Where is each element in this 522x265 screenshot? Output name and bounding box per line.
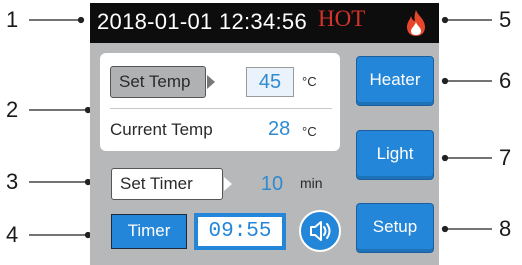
current-temp-value: 28: [268, 118, 291, 140]
callout-number-1: 1: [6, 7, 19, 32]
set-temp-unit: °C: [302, 74, 317, 89]
callout-number-2: 2: [6, 97, 19, 122]
set-temp-label-box[interactable]: Set Temp: [110, 66, 206, 98]
light-button[interactable]: Light: [356, 130, 434, 180]
current-temp-label: Current Temp: [110, 120, 213, 139]
timer-unit: min: [300, 175, 323, 191]
callout-number-8: 8: [499, 216, 512, 241]
set-temp-arrow: [207, 75, 215, 89]
set-timer-value[interactable]: 10: [248, 169, 296, 199]
set-timer-label-box[interactable]: Set Timer: [111, 168, 223, 200]
set-temp-label: Set Temp: [119, 72, 191, 91]
set-temp-value[interactable]: 45: [246, 67, 294, 97]
set-timer-arrow: [224, 177, 232, 191]
datetime-display: 2018-01-01 12:34:56: [97, 9, 307, 34]
set-timer-label: Set Timer: [120, 174, 193, 193]
callout-number-3: 3: [6, 169, 19, 194]
speaker-button[interactable]: [299, 210, 341, 252]
callout-number-6: 6: [499, 68, 512, 93]
timer-clock-value: 09:55: [198, 217, 282, 246]
callout-number-5: 5: [499, 7, 512, 32]
callout-number-7: 7: [499, 145, 512, 170]
speaker-icon: [310, 221, 331, 241]
temp-divider: [110, 108, 332, 109]
setup-button[interactable]: Setup: [356, 203, 434, 253]
callout-number-4: 4: [6, 222, 19, 247]
hot-indicator: HOT: [318, 6, 366, 31]
timer-button[interactable]: Timer: [111, 214, 187, 249]
timer-clock: 09:55: [194, 213, 286, 250]
heater-button[interactable]: Heater: [356, 56, 434, 106]
current-temp-unit: °C: [302, 124, 317, 139]
flame-icon: [407, 10, 425, 36]
